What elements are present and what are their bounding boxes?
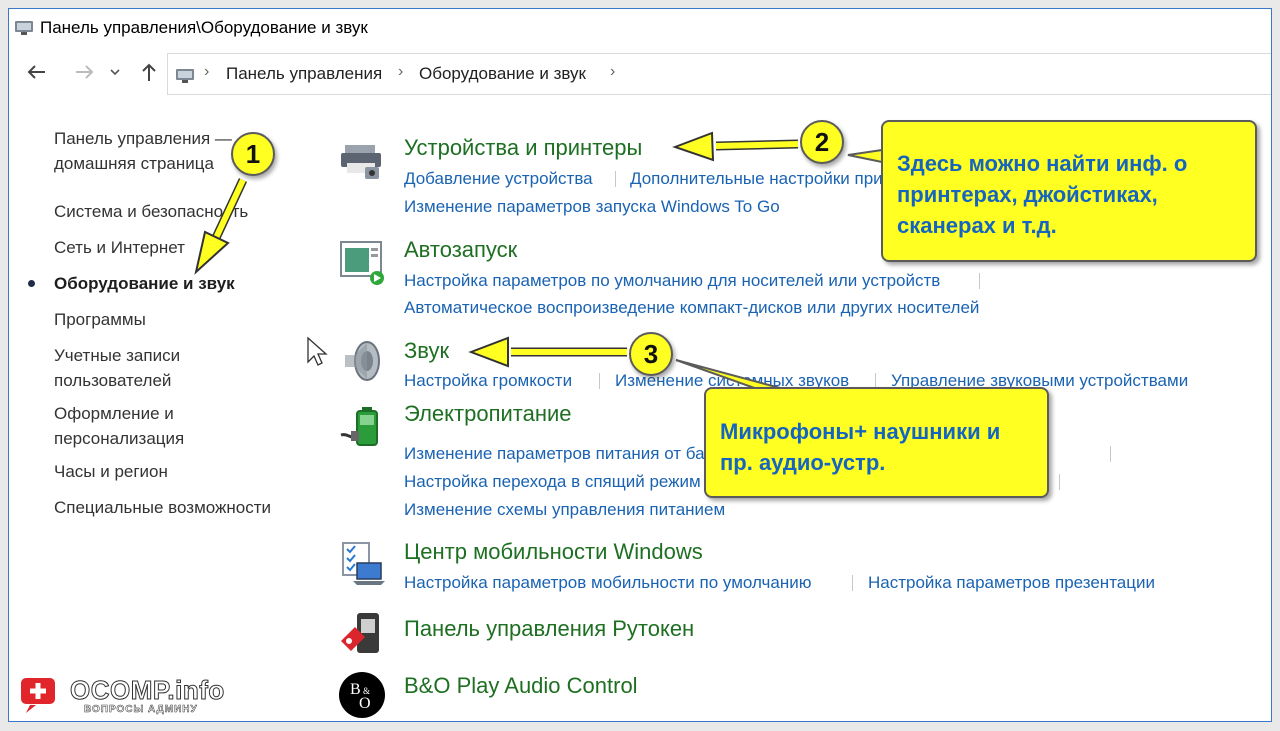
mouse-cursor-icon	[307, 336, 328, 366]
breadcrumb-separator-icon: ›	[398, 63, 404, 80]
category-devices-printers[interactable]: Устройства и принтеры	[404, 135, 642, 161]
battery-icon[interactable]	[339, 405, 385, 451]
category-bo-audio[interactable]: B&O Play Audio Control	[404, 673, 638, 699]
control-panel-icon	[176, 69, 194, 83]
sidebar-item-label: Оформление и	[54, 404, 174, 423]
sidebar-item-label: домашняя страница	[54, 154, 214, 173]
category-rutoken[interactable]: Панель управления Рутокен	[404, 616, 694, 642]
category-sound[interactable]: Звук	[404, 338, 449, 364]
watermark-brand: OCOMP.info	[70, 675, 225, 706]
sidebar-item-home[interactable]: Панель управления — домашняя страница	[54, 126, 232, 176]
task-windows-to-go[interactable]: Изменение параметров запуска Windows To …	[404, 197, 780, 217]
sidebar-item-programs[interactable]: Программы	[54, 307, 146, 332]
annotation-badge-1: 1	[231, 132, 275, 176]
callout-devices: Здесь можно найти инф. о принтерах, джой…	[881, 120, 1257, 262]
annotation-badge-3: 3	[629, 332, 673, 376]
sidebar-item-security[interactable]: Система и безопасность	[54, 199, 248, 224]
address-bar[interactable]: › Панель управления › Оборудование и зву…	[167, 53, 1271, 95]
sidebar-item-hardware-sound[interactable]: Оборудование и звук	[54, 271, 235, 296]
task-presentation-settings[interactable]: Настройка параметров презентации	[868, 573, 1155, 593]
mobility-center-icon[interactable]	[339, 541, 385, 587]
task-mobility-defaults[interactable]: Настройка параметров мобильности по умол…	[404, 573, 811, 593]
sidebar-item-clock-region[interactable]: Часы и регион	[54, 459, 168, 484]
watermark-tagline: ВОПРОСЫ АДМИНУ	[84, 704, 198, 716]
watermark: OCOMP.info ВОПРОСЫ АДМИНУ	[18, 675, 248, 725]
active-bullet-icon	[28, 280, 35, 287]
control-panel-icon	[15, 21, 33, 35]
autoplay-icon[interactable]	[339, 240, 385, 286]
chevron-down-icon[interactable]	[107, 59, 123, 85]
sidebar-item-network[interactable]: Сеть и Интернет	[54, 235, 185, 260]
ocomp-logo-icon	[19, 676, 57, 713]
sidebar-item-label: Учетные записи	[54, 346, 181, 365]
back-arrow-icon[interactable]	[23, 59, 49, 85]
task-add-device[interactable]: Добавление устройства	[404, 169, 593, 189]
rutoken-icon[interactable]	[339, 611, 385, 657]
task-volume[interactable]: Настройка громкости	[404, 371, 572, 391]
category-power[interactable]: Электропитание	[404, 401, 572, 427]
printer-icon[interactable]	[339, 139, 385, 185]
bo-logo-icon[interactable]: B & O	[339, 672, 385, 718]
task-separator	[1059, 474, 1060, 490]
sidebar-item-label: Панель управления —	[54, 129, 232, 148]
category-autoplay[interactable]: Автозапуск	[404, 237, 517, 263]
speaker-icon[interactable]	[339, 339, 385, 385]
sidebar-item-appearance[interactable]: Оформление и персонализация	[54, 401, 184, 451]
breadcrumb-hardware-sound[interactable]: Оборудование и звук	[419, 64, 586, 84]
task-separator	[852, 575, 853, 591]
task-separator	[615, 171, 616, 187]
breadcrumb-control-panel[interactable]: Панель управления	[226, 64, 382, 84]
forward-arrow-icon[interactable]	[72, 59, 98, 85]
task-power-plan[interactable]: Изменение схемы управления питанием	[404, 500, 725, 520]
callout-sound: Микрофоны+ наушники и пр. аудио-устр.	[704, 387, 1049, 498]
sidebar-item-user-accounts[interactable]: Учетные записи пользователей	[54, 343, 180, 393]
task-default-media-settings[interactable]: Настройка параметров по умолчанию для но…	[404, 271, 940, 291]
breadcrumb-separator-icon: ›	[204, 63, 210, 80]
sidebar-item-label: персонализация	[54, 429, 185, 448]
up-arrow-icon[interactable]	[136, 59, 162, 85]
title-bar: Панель управления\Оборудование и звук	[9, 9, 1271, 47]
task-sleep-settings[interactable]: Настройка перехода в спящий режим	[404, 472, 701, 492]
breadcrumb-separator-icon: ›	[610, 63, 616, 80]
svg-text:O: O	[359, 695, 371, 712]
category-mobility-center[interactable]: Центр мобильности Windows	[404, 539, 703, 565]
annotation-badge-2: 2	[800, 120, 844, 164]
window-title: Панель управления\Оборудование и звук	[40, 18, 368, 37]
task-separator	[599, 373, 600, 389]
sidebar-item-label: пользователей	[54, 371, 172, 390]
sidebar-item-accessibility[interactable]: Специальные возможности	[54, 495, 271, 520]
task-separator	[979, 273, 980, 289]
task-autoplay-cd[interactable]: Автоматическое воспроизведение компакт-д…	[404, 298, 979, 318]
task-separator	[1110, 446, 1111, 462]
task-battery-settings[interactable]: Изменение параметров питания от батареи	[404, 444, 750, 464]
navigation-bar: › Панель управления › Оборудование и зву…	[9, 53, 1271, 95]
